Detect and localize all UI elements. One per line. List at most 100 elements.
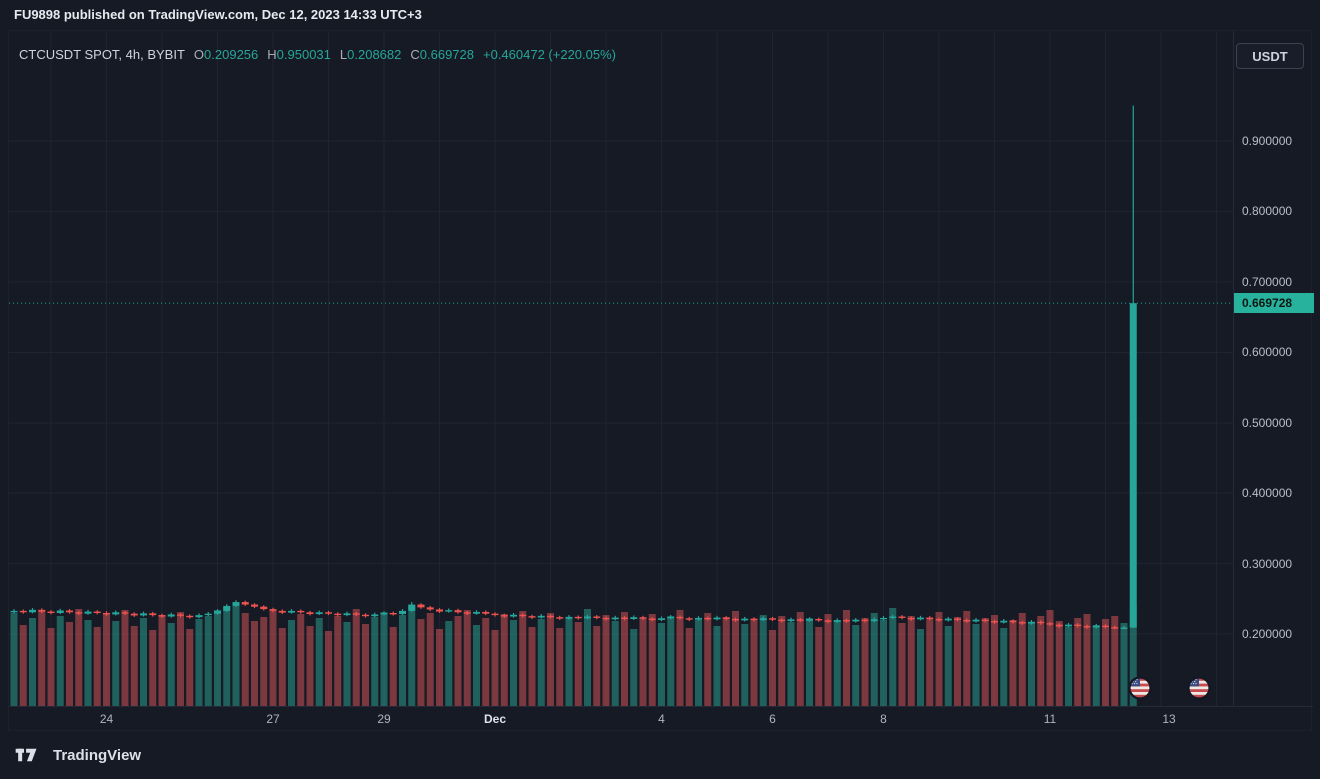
candle [1065,623,1072,628]
candle [788,618,795,623]
candle [575,615,582,619]
candle [482,611,489,616]
chart-frame: CTCUSDT SPOT, 4h, BYBIT O0.209256 H0.950… [8,30,1312,731]
candle [205,612,212,616]
candle [186,614,193,618]
us-flag-icon[interactable] [1187,676,1211,700]
candle [769,617,776,621]
candle [714,616,721,621]
candle [307,611,314,616]
candle [399,609,406,615]
candle [242,601,249,606]
us-flag-icon[interactable] [1128,676,1152,700]
candlestick-chart[interactable] [9,31,1233,706]
candle [593,615,600,619]
candle [11,609,18,613]
candle [880,616,887,620]
candle [408,602,415,612]
candle [297,609,304,613]
last-price-value: 0.669728 [1242,296,1292,310]
price-axis[interactable]: USDT 0.669728 0.900000 0.800000 0.700000 0.… [1233,31,1313,706]
candle [344,612,351,617]
candle [427,606,434,611]
candle [66,609,73,614]
candle [741,617,748,622]
currency-toggle-usdt[interactable]: USDT [1236,43,1304,69]
chart-legend: CTCUSDT SPOT, 4h, BYBIT O0.209256 H0.950… [19,45,616,63]
time-axis[interactable]: 242729Dec4681113 [9,706,1313,732]
candle [1130,106,1137,628]
ohlc-close: C0.669728 [410,47,474,62]
candle [140,612,147,617]
time-axis-label: 29 [364,707,404,732]
time-axis-label: 6 [753,707,793,732]
candle [538,614,545,619]
candle [20,609,27,613]
candle [325,611,332,615]
candle [168,613,175,618]
candle [445,608,452,612]
price-change: +0.460472 (+220.05%) [483,47,616,62]
price-axis-label: 0.500000 [1242,415,1292,431]
candle [362,613,369,617]
candle [852,618,859,623]
candle [473,610,480,615]
price-axis-label: 0.700000 [1242,274,1292,290]
candle [260,605,267,610]
candle [85,610,92,615]
candle [529,615,536,619]
candle [288,609,295,614]
time-axis-label: 11 [1030,707,1070,732]
candle [371,613,378,618]
candle [390,612,397,616]
candle [418,603,425,609]
candle [556,616,563,620]
candle [630,615,637,620]
candle [917,616,924,621]
candle [29,608,36,613]
ohlc-low: L0.208682 [340,47,401,62]
candle [48,610,55,614]
attribution-text: FU9898 published on TradingView.com, Dec… [14,7,422,22]
candle [945,617,952,622]
chart-plot-area[interactable]: CTCUSDT SPOT, 4h, BYBIT O0.209256 H0.950… [9,31,1233,706]
ohlc-open: O0.209256 [194,47,258,62]
time-axis-label: 27 [253,707,293,732]
candle [57,609,64,614]
candle [455,609,462,614]
price-axis-label: 0.200000 [1242,626,1292,642]
candle [223,604,230,612]
candle [510,613,517,618]
candle [973,618,980,623]
tradingview-logo[interactable] [14,746,44,764]
ohlc-high: H0.950031 [267,47,331,62]
candle [658,617,665,622]
price-axis-label: 0.400000 [1242,485,1292,501]
time-axis-label: 4 [642,707,682,732]
price-axis-label: 0.600000 [1242,344,1292,360]
candle [94,610,101,614]
time-axis-label: 24 [87,707,127,732]
last-price-badge: 0.669728 [1234,293,1314,313]
candle [316,611,323,616]
price-axis-label: 0.300000 [1242,556,1292,572]
attribution-bar: FU9898 published on TradingView.com, Dec… [0,0,1320,30]
brand-name[interactable]: TradingView [53,747,141,764]
footer-bar: TradingView [0,731,1320,779]
candle [149,612,156,617]
candle [334,612,341,616]
candle [279,609,286,614]
candle [899,615,906,619]
tradingview-snapshot: FU9898 published on TradingView.com, Dec… [0,0,1320,779]
candle [112,611,119,616]
symbol-title[interactable]: CTCUSDT SPOT, 4h, BYBIT [19,47,185,62]
candles [11,106,1137,630]
time-axis-label: 8 [864,707,904,732]
candle [1000,619,1007,624]
candle [492,612,499,616]
candle [131,612,138,617]
price-axis-label: 0.800000 [1242,203,1292,219]
candle [251,603,258,608]
price-axis-label: 0.900000 [1242,133,1292,149]
candle [436,608,443,613]
